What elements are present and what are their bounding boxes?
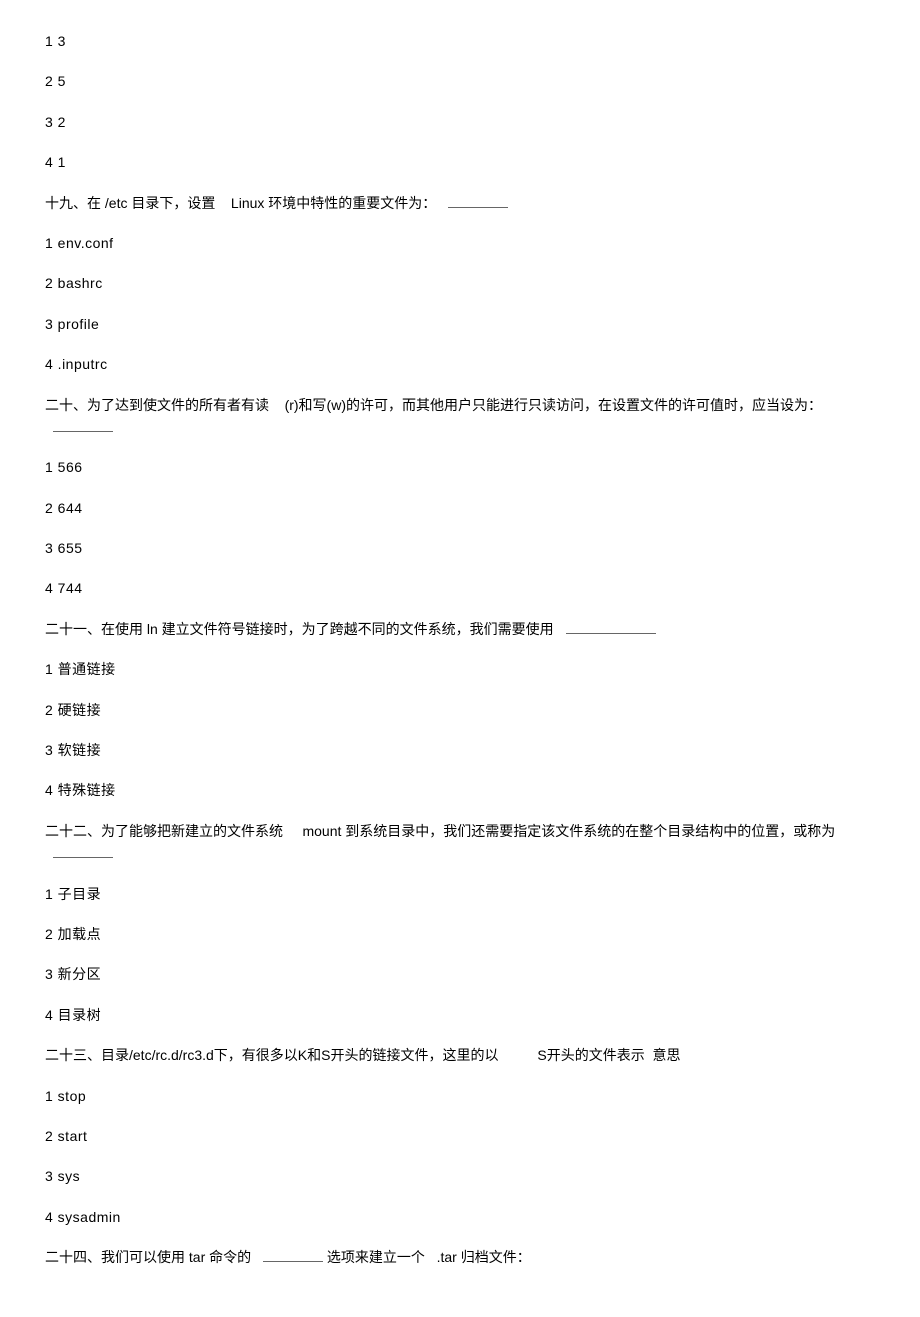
q22-option-3: 3 新分区 <box>45 963 875 985</box>
q19-option-1: 1 env.conf <box>45 232 875 254</box>
q23-option-4: 4 sysadmin <box>45 1206 875 1228</box>
q23-option-1: 1 stop <box>45 1085 875 1107</box>
q21-option-3: 3 软链接 <box>45 739 875 761</box>
q22-text: 二十二、为了能够把新建立的文件系统 mount 到系统目录中，我们还需要指定该文… <box>45 820 875 865</box>
q19-text-a: 十九、在 <box>45 195 101 211</box>
q18-option-3: 3 2 <box>45 111 875 133</box>
q23-text-c: 意思 <box>653 1047 681 1063</box>
q18-option-4: 4 1 <box>45 151 875 173</box>
q21-text: 二十一、在使用 ln 建立文件符号链接时，为了跨越不同的文件系统，我们需要使用 <box>45 618 875 640</box>
q21-option-1: 1 普通链接 <box>45 658 875 680</box>
q22-text-b: mount 到系统目录中，我们还需要指定该文件系统的在整个目录结构中的位置，或称… <box>302 823 835 839</box>
q20-text-a: 二十、为了达到使文件的所有者有读 <box>45 397 269 413</box>
q18-option-1: 1 3 <box>45 30 875 52</box>
q24-text-a: 二十四、我们可以使用 <box>45 1249 185 1265</box>
q22-option-4: 4 目录树 <box>45 1004 875 1026</box>
q20-option-1: 1 566 <box>45 456 875 478</box>
q24-text-b: tar 命令的 <box>189 1249 251 1265</box>
q23-option-2: 2 start <box>45 1125 875 1147</box>
q19-text: 十九、在 /etc 目录下，设置 Linux 环境中特性的重要文件为： <box>45 192 875 214</box>
q21-option-4: 4 特殊链接 <box>45 779 875 801</box>
q22-option-1: 1 子目录 <box>45 883 875 905</box>
q20-text: 二十、为了达到使文件的所有者有读 (r)和写(w)的许可，而其他用户只能进行只读… <box>45 394 875 439</box>
q19-option-4: 4 .inputrc <box>45 353 875 375</box>
q20-blank <box>53 417 113 432</box>
q19-option-3: 3 profile <box>45 313 875 335</box>
q24-blank <box>263 1247 323 1262</box>
q20-option-2: 2 644 <box>45 497 875 519</box>
q23-option-3: 3 sys <box>45 1165 875 1187</box>
q20-option-3: 3 655 <box>45 537 875 559</box>
q23-text-a: 二十三、目录/etc/rc.d/rc3.d下，有很多以K和S开头的链接文件，这里… <box>45 1047 498 1063</box>
q19-text-b: /etc 目录下，设置 <box>105 195 215 211</box>
q19-text-c: Linux 环境中特性的重要文件为： <box>231 195 436 211</box>
q23-text-b: S开头的文件表示 <box>537 1047 644 1063</box>
q21-text-a: 二十一、在使用 <box>45 621 143 637</box>
q20-option-4: 4 744 <box>45 577 875 599</box>
q24-text: 二十四、我们可以使用 tar 命令的 选项来建立一个 .tar 归档文件： <box>45 1246 875 1268</box>
q24-text-d: .tar 归档文件： <box>437 1249 531 1265</box>
q22-option-2: 2 加载点 <box>45 923 875 945</box>
q23-text: 二十三、目录/etc/rc.d/rc3.d下，有很多以K和S开头的链接文件，这里… <box>45 1044 875 1066</box>
q21-text-b: ln 建立文件符号链接时，为了跨越不同的文件系统，我们需要使用 <box>147 621 554 637</box>
q19-blank <box>448 193 508 208</box>
q18-option-2: 2 5 <box>45 70 875 92</box>
q22-blank <box>53 843 113 858</box>
q22-text-a: 二十二、为了能够把新建立的文件系统 <box>45 823 283 839</box>
q20-text-b: (r)和写(w)的许可，而其他用户只能进行只读访问，在设置文件的许可值时，应当设… <box>285 397 822 413</box>
q21-blank <box>566 619 656 634</box>
q24-text-c: 选项来建立一个 <box>327 1249 425 1265</box>
q21-option-2: 2 硬链接 <box>45 699 875 721</box>
q19-option-2: 2 bashrc <box>45 272 875 294</box>
